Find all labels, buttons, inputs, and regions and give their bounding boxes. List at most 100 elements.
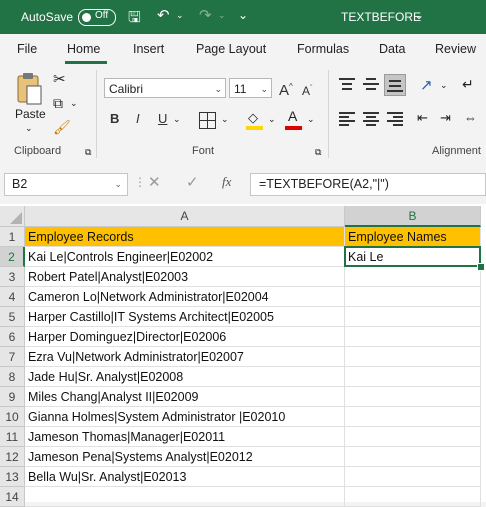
fill-handle[interactable] [477,263,485,271]
tab-home[interactable]: Home [67,42,100,56]
paste-icon[interactable] [14,72,44,108]
table-cell[interactable] [345,427,481,447]
middle-align-icon[interactable] [363,78,379,92]
tab-data[interactable]: Data [379,42,405,56]
copy-icon[interactable]: ⧉ [53,95,63,112]
table-cell[interactable]: Cameron Lo|Network Administrator|E02004 [25,287,345,307]
align-center-icon[interactable] [363,112,379,126]
row-header[interactable]: 8 [0,367,25,387]
confirm-entry-icon[interactable]: ✓ [186,173,199,191]
font-color-dropdown-icon[interactable]: ⌄ [307,114,315,125]
table-cell[interactable] [345,467,481,487]
font-launcher-icon[interactable]: ⧉ [315,147,321,158]
increase-indent-icon[interactable]: ⇥ [440,110,451,126]
table-cell[interactable] [345,307,481,327]
grow-font-button[interactable]: A^ [279,78,293,100]
redo-icon[interactable]: ↷ [199,6,212,24]
row-header[interactable]: 2 [0,247,25,267]
table-cell[interactable] [345,287,481,307]
table-cell[interactable] [345,327,481,347]
insert-function-icon[interactable]: fx [222,174,231,190]
table-cell[interactable] [345,407,481,427]
name-box[interactable]: B2 ⌄ [4,173,128,196]
customize-qat-icon[interactable]: ⌄ [238,8,248,22]
table-cell[interactable] [25,487,345,507]
fill-dropdown-icon[interactable]: ⌄ [268,114,276,125]
row-header[interactable]: 5 [0,307,25,327]
table-cell[interactable] [345,447,481,467]
tab-formulas[interactable]: Formulas [297,42,349,56]
table-cell[interactable] [345,267,481,287]
table-cell[interactable]: Kai Le|Controls Engineer|E02002 [25,247,345,267]
font-size-select[interactable]: 11 ⌄ [229,78,272,98]
table-cell[interactable]: Harper Dominguez|Director|E02006 [25,327,345,347]
tab-insert[interactable]: Insert [133,42,164,56]
row-header[interactable]: 9 [0,387,25,407]
bottom-align-button[interactable] [384,74,406,96]
column-header-a[interactable]: A [25,206,345,227]
underline-button[interactable]: U [158,110,167,128]
orientation-dropdown-icon[interactable]: ⌄ [440,80,448,91]
underline-dropdown-icon[interactable]: ⌄ [173,114,181,125]
tab-review[interactable]: Review [435,42,476,56]
undo-icon[interactable]: ↶ [157,6,170,24]
table-cell[interactable]: Gianna Holmes|System Administrator |E020… [25,407,345,427]
bold-button[interactable]: B [110,110,119,128]
wrap-text-icon[interactable]: ↵ [462,76,474,93]
row-header[interactable]: 14 [0,487,25,507]
tab-file[interactable]: File [17,42,37,56]
orientation-icon[interactable]: ↗ [420,76,433,94]
table-cell[interactable]: Ezra Vu|Network Administrator|E02007 [25,347,345,367]
shrink-font-button[interactable]: Aˇ [302,80,312,100]
row-header[interactable]: 4 [0,287,25,307]
tab-page-layout[interactable]: Page Layout [196,42,266,56]
align-right-icon[interactable] [387,112,403,126]
cancel-entry-icon[interactable]: ✕ [148,173,161,191]
table-cell[interactable]: Bella Wu|Sr. Analyst|E02013 [25,467,345,487]
table-cell[interactable]: Harper Castillo|IT Systems Architect|E02… [25,307,345,327]
table-cell[interactable]: Miles Chang|Analyst II|E02009 [25,387,345,407]
paste-dropdown-icon[interactable]: ⌄ [25,123,33,134]
table-cell[interactable] [345,487,481,507]
row-header[interactable]: 3 [0,267,25,287]
filename-chevron-icon[interactable]: ⌄ [414,8,424,22]
font-color-icon[interactable]: A [285,108,302,130]
row-header[interactable]: 13 [0,467,25,487]
italic-button[interactable]: I [136,110,140,128]
save-icon[interactable]: 🖫 [128,7,141,32]
borders-dropdown-icon[interactable]: ⌄ [221,114,229,125]
table-cell[interactable]: Robert Patel|Analyst|E02003 [25,267,345,287]
select-all-corner[interactable] [0,206,25,227]
autosave-toggle[interactable]: Off [78,9,116,26]
table-cell[interactable]: Jameson Pena|Systems Analyst|E02012 [25,447,345,467]
table-cell[interactable] [345,387,481,407]
undo-dropdown-icon[interactable]: ⌄ [176,10,184,21]
table-cell[interactable]: Jameson Thomas|Manager|E02011 [25,427,345,447]
merge-center-icon[interactable]: ⇔ [464,110,477,125]
format-painter-icon[interactable]: 🖌 [53,119,71,136]
row-header[interactable]: 1 [0,227,25,247]
header-cell[interactable]: Employee Records [25,227,345,247]
row-header[interactable]: 6 [0,327,25,347]
table-cell[interactable]: Kai Le [345,247,481,267]
font-name-select[interactable]: Calibri ⌄ [104,78,226,98]
row-header[interactable]: 11 [0,427,25,447]
formula-input[interactable]: =TEXTBEFORE(A2,"|") [250,173,486,196]
align-left-icon[interactable] [339,112,355,126]
column-header-b[interactable]: B [345,206,481,227]
cut-icon[interactable]: ✂ [53,70,66,88]
decrease-indent-icon[interactable]: ⇤ [417,110,428,126]
table-cell[interactable] [345,367,481,387]
clipboard-launcher-icon[interactable]: ⧉ [85,147,91,158]
redo-dropdown-icon[interactable]: ⌄ [218,10,226,21]
fill-color-icon[interactable]: ◇ [246,110,263,130]
table-cell[interactable]: Jade Hu|Sr. Analyst|E02008 [25,367,345,387]
row-header[interactable]: 7 [0,347,25,367]
header-cell[interactable]: Employee Names [345,227,481,247]
paste-label[interactable]: Paste [15,107,46,121]
row-header[interactable]: 12 [0,447,25,467]
table-cell[interactable] [345,347,481,367]
copy-dropdown-icon[interactable]: ⌄ [70,98,78,109]
row-header[interactable]: 10 [0,407,25,427]
borders-icon[interactable] [199,112,216,129]
